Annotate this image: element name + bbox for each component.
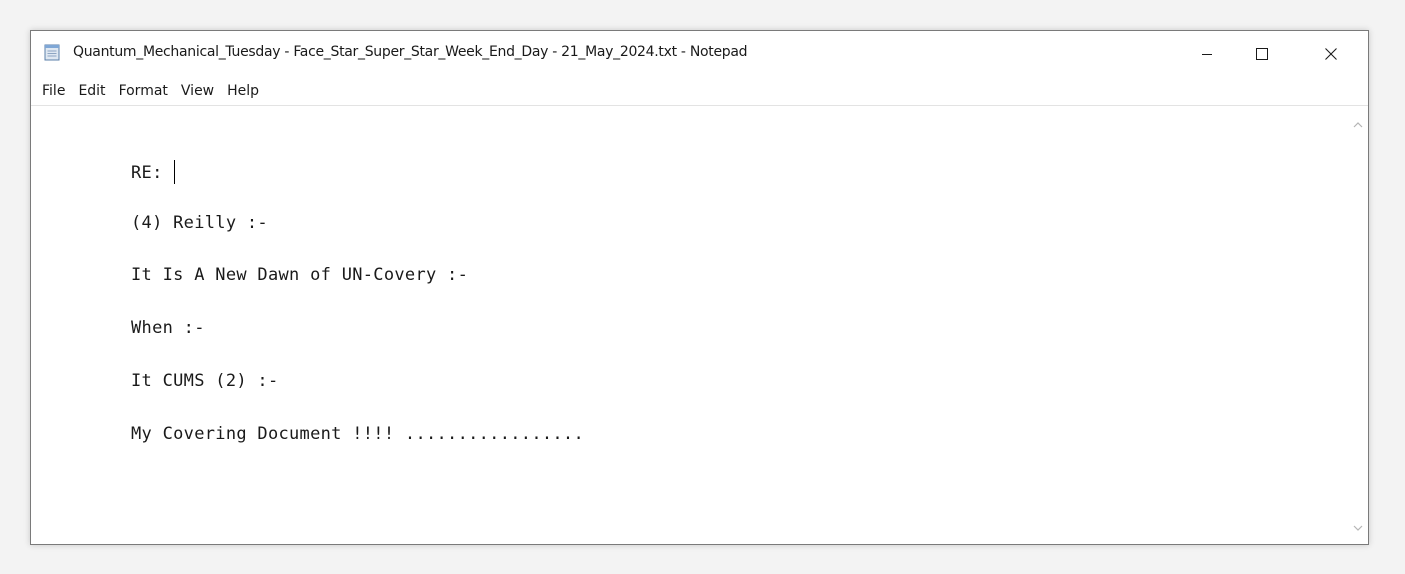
text-editor-area[interactable]: RE: (4) Reilly :- It Is A New Dawn of UN… xyxy=(31,106,1348,544)
title-bar[interactable]: Quantum_Mechanical_Tuesday - Face_Star_S… xyxy=(31,31,1368,77)
editor-line: My Covering Document !!!! ..............… xyxy=(131,424,584,444)
notepad-window: Quantum_Mechanical_Tuesday - Face_Star_S… xyxy=(30,30,1369,545)
editor-line: It CUMS (2) :- xyxy=(131,371,279,391)
menu-view[interactable]: View xyxy=(175,78,220,104)
text-caret xyxy=(174,160,176,184)
editor-line: When :- xyxy=(131,318,205,338)
menu-bar: File Edit Format View Help xyxy=(31,77,1368,105)
scroll-down-icon[interactable] xyxy=(1352,517,1364,536)
window-title: Quantum_Mechanical_Tuesday - Face_Star_S… xyxy=(73,44,748,60)
minimize-icon xyxy=(1201,48,1213,60)
vertical-scrollbar[interactable] xyxy=(1348,106,1368,544)
scroll-up-icon[interactable] xyxy=(1352,114,1364,133)
close-icon xyxy=(1324,47,1338,61)
minimize-button[interactable] xyxy=(1184,31,1230,77)
maximize-button[interactable] xyxy=(1239,31,1285,77)
menu-format[interactable]: Format xyxy=(113,78,174,104)
menu-edit[interactable]: Edit xyxy=(72,78,111,104)
editor-line: (4) Reilly :- xyxy=(131,213,268,233)
editor-line: RE: xyxy=(131,160,176,184)
editor-line: It Is A New Dawn of UN-Covery :- xyxy=(131,265,469,285)
maximize-icon xyxy=(1255,47,1269,61)
menu-help[interactable]: Help xyxy=(221,78,265,104)
close-button[interactable] xyxy=(1308,31,1354,77)
notepad-icon xyxy=(43,43,61,61)
menu-file[interactable]: File xyxy=(36,78,71,104)
editor-line-text: RE: xyxy=(131,163,174,183)
